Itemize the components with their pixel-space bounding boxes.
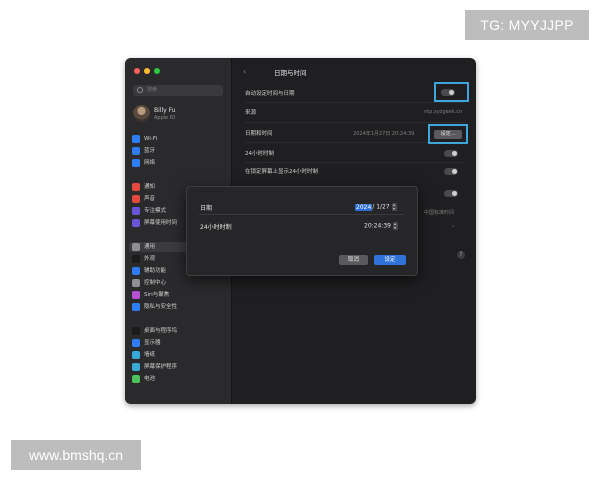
sidebar-item-label: 通知: [144, 184, 156, 190]
gear-icon: [132, 243, 140, 251]
cancel-button[interactable]: 取消: [339, 255, 368, 265]
sidebar-item-label: 外观: [144, 256, 156, 262]
time-field[interactable]: 20:24:39: [364, 222, 398, 230]
sidebar-item-label: 专注模式: [144, 208, 167, 214]
sidebar-item-label: 辅助功能: [144, 268, 167, 274]
sidebar-item-label: 控制中心: [144, 280, 167, 286]
date-stepper-icon[interactable]: [391, 203, 397, 211]
watermark-tg: TG: MYYJJPP: [465, 10, 589, 40]
set-date-button[interactable]: 设定...: [434, 130, 462, 139]
bluetooth-icon: [132, 147, 140, 155]
sidebar-item-label: 屏幕使用时间: [144, 220, 178, 226]
sidebar-item[interactable]: 蓝牙: [132, 146, 224, 156]
hand-icon: [132, 303, 140, 311]
sidebar-item[interactable]: 网络: [132, 158, 224, 168]
sidebar-item-label: 桌面与程序坞: [144, 328, 178, 334]
screensaver-icon: [132, 363, 140, 371]
sidebar-item[interactable]: 隐私与安全性: [132, 302, 224, 312]
help-icon[interactable]: ?: [457, 251, 465, 259]
sidebar-item-label: 通用: [144, 244, 156, 250]
sidebar-item[interactable]: 电池: [132, 374, 224, 384]
wallpaper-icon: [132, 351, 140, 359]
search-input[interactable]: 搜索: [133, 85, 223, 96]
siri-icon: [132, 291, 140, 299]
date-year[interactable]: 2024: [355, 203, 373, 211]
account-name: Billy Fu: [154, 107, 176, 114]
search-icon: [137, 87, 143, 93]
bell-icon: [132, 183, 140, 191]
moon-icon: [132, 207, 140, 215]
sidebar-item-label: 显示器: [144, 340, 161, 346]
date-time-label: 日期和时间: [245, 131, 273, 137]
time-stepper-icon[interactable]: [392, 222, 398, 230]
divider: [245, 122, 465, 123]
lock-24-label: 在锁定屏幕上显示24小时时制: [245, 169, 318, 175]
battery-icon: [132, 375, 140, 383]
account-item[interactable]: Billy Fu Apple ID: [133, 105, 225, 125]
accessibility-icon: [132, 267, 140, 275]
date-field[interactable]: 2024/ 1/27: [355, 203, 397, 211]
highlight-box-toggle: [434, 82, 469, 102]
sidebar-item-label: 墙纸: [144, 352, 156, 358]
sidebar-item-label: 网络: [144, 160, 156, 166]
dock-icon: [132, 327, 140, 335]
sidebar-item-label: 屏幕保护程序: [144, 364, 178, 370]
watermark-url: www.bmshq.cn: [11, 440, 141, 470]
sidebar-item[interactable]: Siri与聚焦: [132, 290, 224, 300]
sidebar-item-label: Siri与聚焦: [144, 292, 170, 298]
sidebar-item[interactable]: 显示器: [132, 338, 224, 348]
source-label: 来源: [245, 110, 257, 116]
sidebar-item[interactable]: Wi-Fi: [132, 134, 224, 144]
timezone-toggle[interactable]: [444, 190, 458, 197]
divider: [245, 102, 465, 103]
wifi-icon: [132, 135, 140, 143]
sidebar-item[interactable]: 控制中心: [132, 278, 224, 288]
h24-toggle[interactable]: [444, 150, 458, 157]
chevron-updown-icon[interactable]: ⌃: [451, 225, 455, 231]
source-value[interactable]: ntp.xyzgeek.cn: [424, 109, 462, 115]
speaker-icon: [132, 195, 140, 203]
zoom-button[interactable]: [154, 68, 160, 74]
time-value[interactable]: 20:24:39: [364, 223, 391, 230]
sidebar-item[interactable]: 墙纸: [132, 350, 224, 360]
account-subtitle: Apple ID: [154, 115, 176, 121]
sidebar-item[interactable]: 桌面与程序坞: [132, 326, 224, 336]
divider: [245, 162, 465, 163]
sidebar-item-label: 声音: [144, 196, 156, 202]
avatar: [133, 105, 150, 122]
dialog-date-label: 日期: [200, 205, 213, 212]
sidebar-item-label: 隐私与安全性: [144, 304, 178, 310]
h24-label: 24小时时制: [245, 151, 274, 157]
auto-set-label: 自动设定时间与日期: [245, 91, 295, 97]
close-button[interactable]: [134, 68, 140, 74]
appearance-icon: [132, 255, 140, 263]
page-title: 日期与时间: [274, 69, 307, 77]
traffic-lights: [134, 68, 160, 74]
back-chevron-icon[interactable]: ‹: [243, 67, 246, 76]
timezone-value: 中国标准时间: [424, 210, 455, 216]
hourglass-icon: [132, 219, 140, 227]
dialog-time-label: 24小时时制: [200, 224, 232, 231]
date-month-day[interactable]: / 1/27: [372, 204, 389, 211]
sidebar-item[interactable]: 屏幕保护程序: [132, 362, 224, 372]
divider: [199, 214, 404, 215]
sidebar-item-label: 蓝牙: [144, 148, 156, 154]
confirm-button[interactable]: 设定: [374, 255, 406, 265]
minimize-button[interactable]: [144, 68, 150, 74]
search-placeholder: 搜索: [147, 87, 158, 93]
lock-24-toggle[interactable]: [444, 168, 458, 175]
network-icon: [132, 159, 140, 167]
date-time-value: 2024年1月27日 20:24:39: [353, 131, 415, 137]
display-icon: [132, 339, 140, 347]
sidebar-item-label: 电池: [144, 376, 156, 382]
control-center-icon: [132, 279, 140, 287]
sidebar-item-label: Wi-Fi: [144, 136, 158, 142]
